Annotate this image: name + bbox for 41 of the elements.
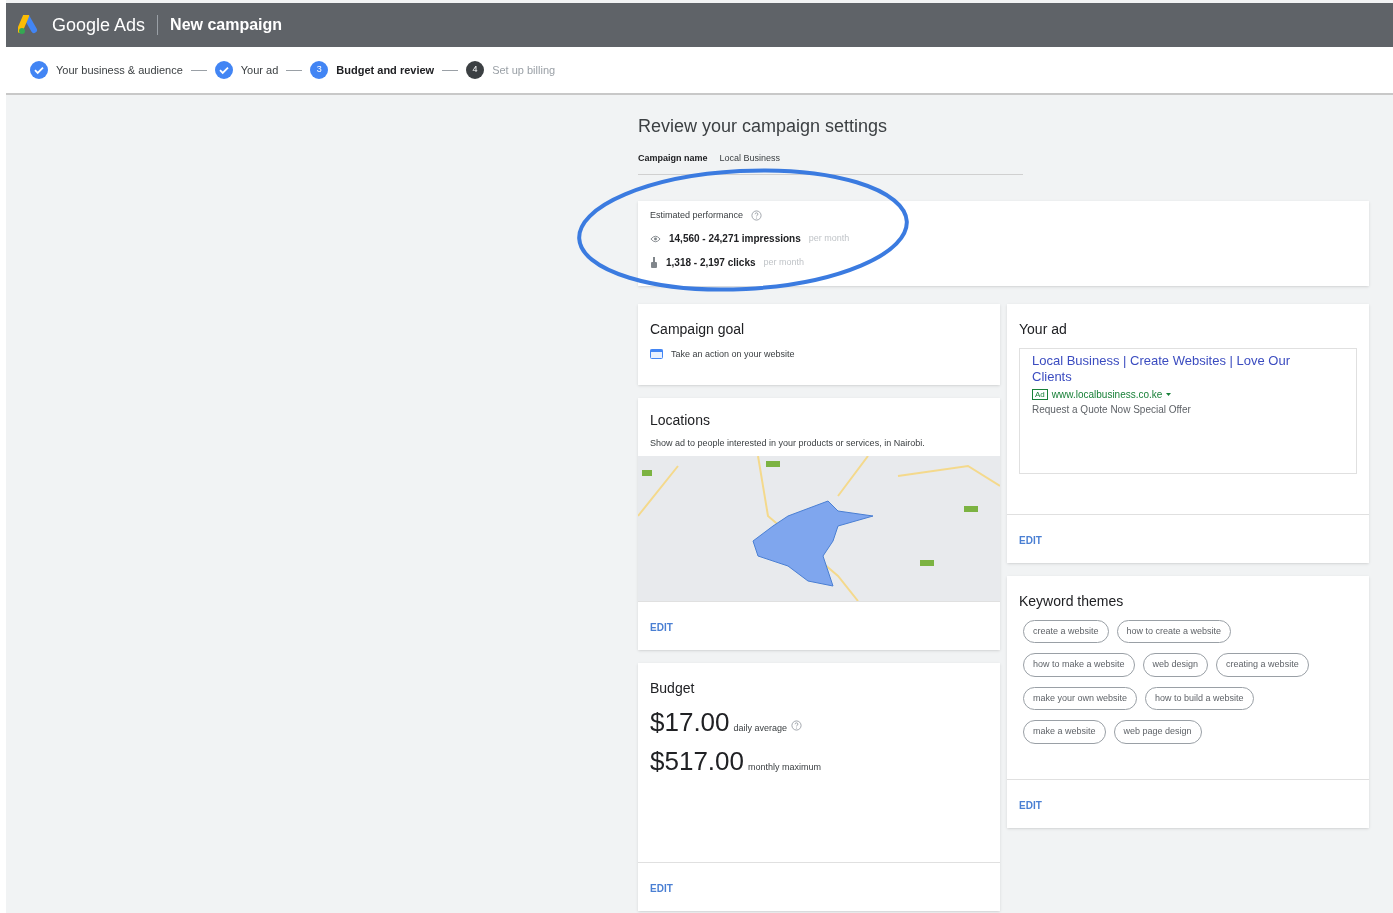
eye-icon (650, 234, 661, 243)
ad-description: Request a Quote Now Special Offer (1032, 402, 1192, 417)
card-title: Keyword themes (1019, 591, 1125, 611)
ad-headline[interactable]: Local Business | Create Websites | Love Our Clients (1032, 352, 1322, 385)
edit-link[interactable]: EDIT (650, 622, 673, 633)
budget-label: monthly maximum (748, 761, 821, 774)
campaign-name-value: Local Business (719, 152, 781, 165)
step-number: 4 (466, 61, 485, 79)
budget-amount: $17.00 (650, 706, 730, 739)
step-label[interactable]: Set up billing (492, 61, 556, 79)
step-label[interactable]: Budget and review (336, 61, 435, 79)
dropdown-caret-icon (1166, 392, 1172, 396)
budget-amount: $517.00 (650, 745, 744, 778)
edit-link[interactable]: EDIT (1019, 799, 1042, 811)
goal-text: Take an action on your website (671, 347, 795, 361)
performance-title: Estimated performance (650, 208, 744, 222)
product-name: Google Ads (52, 13, 146, 37)
performance-unit: per month (763, 255, 805, 269)
step-label[interactable]: Your business & audience (56, 61, 183, 79)
card-title: Your ad (1019, 319, 1068, 339)
help-icon[interactable] (751, 209, 763, 221)
browser-window-icon (650, 349, 663, 360)
step-label[interactable]: Your ad (240, 61, 279, 79)
edit-link[interactable]: EDIT (650, 883, 673, 894)
campaign-name-label: Campaign name (638, 152, 708, 165)
ad-url: www.localbusiness.co.ke (1051, 387, 1163, 402)
step-number: 3 (310, 61, 329, 79)
ad-badge: Ad (1032, 388, 1048, 400)
card-title: Campaign goal (650, 319, 746, 339)
help-icon[interactable] (791, 720, 803, 731)
review-heading: Review your campaign settings (638, 115, 889, 138)
performance-value: 1,318 - 2,197 clicks (666, 256, 756, 270)
pointer-hand-icon (650, 257, 658, 268)
card-title: Locations (650, 410, 711, 430)
logo-icon (18, 15, 40, 35)
edit-link[interactable]: EDIT (1019, 534, 1042, 546)
performance-value: 14,560 - 24,271 impressions (669, 232, 801, 246)
card-title: Budget (650, 679, 696, 698)
locations-description: Show ad to people interested in your products or services, in Nairobi. (650, 436, 926, 450)
page-title: New campaign (170, 15, 283, 35)
budget-label: daily average (733, 722, 788, 735)
